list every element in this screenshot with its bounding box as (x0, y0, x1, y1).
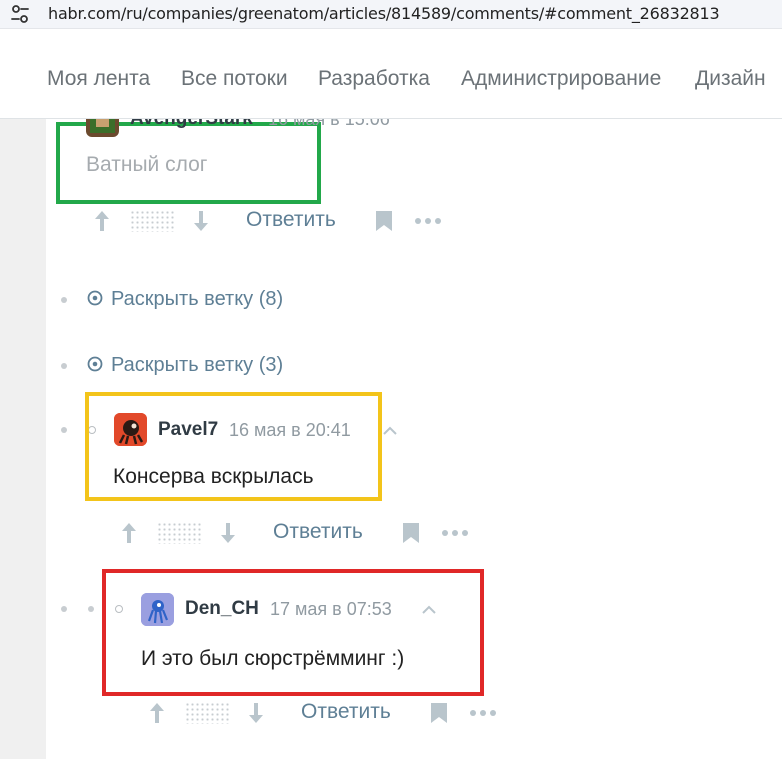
nav-item-development[interactable]: Разработка (318, 67, 430, 91)
upvote-icon[interactable] (93, 209, 111, 233)
thread-dot (88, 606, 94, 612)
comment-time[interactable]: 17 мая в 07:53 (270, 599, 392, 620)
bookmark-icon[interactable] (430, 702, 448, 724)
expand-branch-icon[interactable] (87, 290, 103, 306)
more-icon[interactable] (441, 528, 469, 538)
expand-branch-icon[interactable] (87, 356, 103, 372)
vote-score-hidden (185, 702, 229, 724)
thread-dot (61, 606, 67, 612)
nav-item-administration[interactable]: Администрирование (461, 67, 661, 91)
bookmark-icon[interactable] (375, 210, 393, 232)
collapse-chevron-icon[interactable] (382, 424, 398, 436)
comment-username[interactable]: Den_CH (185, 598, 259, 620)
highlight-box-red (102, 569, 484, 696)
reply-button[interactable]: Ответить (273, 520, 363, 544)
tune-icon[interactable] (9, 3, 31, 25)
top-navigation: Моя лента Все потоки Разработка Админист… (0, 40, 782, 119)
comment-text: Консерва вскрылась (113, 465, 314, 488)
downvote-icon[interactable] (247, 701, 265, 725)
comment-time[interactable]: 16 мая в 20:41 (229, 420, 351, 441)
more-icon[interactable] (469, 708, 497, 718)
thread-dot (61, 427, 67, 433)
nav-item-my-feed[interactable]: Моя лента (47, 67, 150, 91)
url-text[interactable]: habr.com/ru/companies/greenatom/articles… (48, 4, 720, 23)
thread-dot (61, 363, 67, 369)
downvote-icon[interactable] (192, 209, 210, 233)
nav-item-all-streams[interactable]: Все потоки (181, 67, 288, 91)
expand-branch-link[interactable]: Раскрыть ветку (8) (111, 288, 283, 311)
vote-score-hidden (157, 522, 201, 544)
avatar[interactable] (141, 593, 174, 626)
browser-address-bar[interactable]: habr.com/ru/companies/greenatom/articles… (0, 0, 782, 29)
comment-text: Ватный слог (86, 153, 208, 176)
reply-button[interactable]: Ответить (301, 700, 391, 724)
comment-text: И это был сюрстрёмминг :) (141, 647, 405, 670)
nav-item-design[interactable]: Дизайн (695, 67, 766, 91)
upvote-icon[interactable] (120, 521, 138, 545)
more-icon[interactable] (414, 216, 442, 226)
upvote-icon[interactable] (148, 701, 166, 725)
collapse-chevron-icon[interactable] (421, 603, 437, 615)
comment-username[interactable]: Pavel7 (158, 419, 218, 441)
expand-branch-link[interactable]: Раскрыть ветку (3) (111, 354, 283, 377)
reply-button[interactable]: Ответить (246, 208, 336, 232)
downvote-icon[interactable] (219, 521, 237, 545)
bookmark-icon[interactable] (402, 522, 420, 544)
vote-score-hidden (130, 210, 174, 232)
avatar[interactable] (114, 413, 147, 446)
left-gutter (0, 119, 46, 759)
thread-dot (61, 297, 67, 303)
